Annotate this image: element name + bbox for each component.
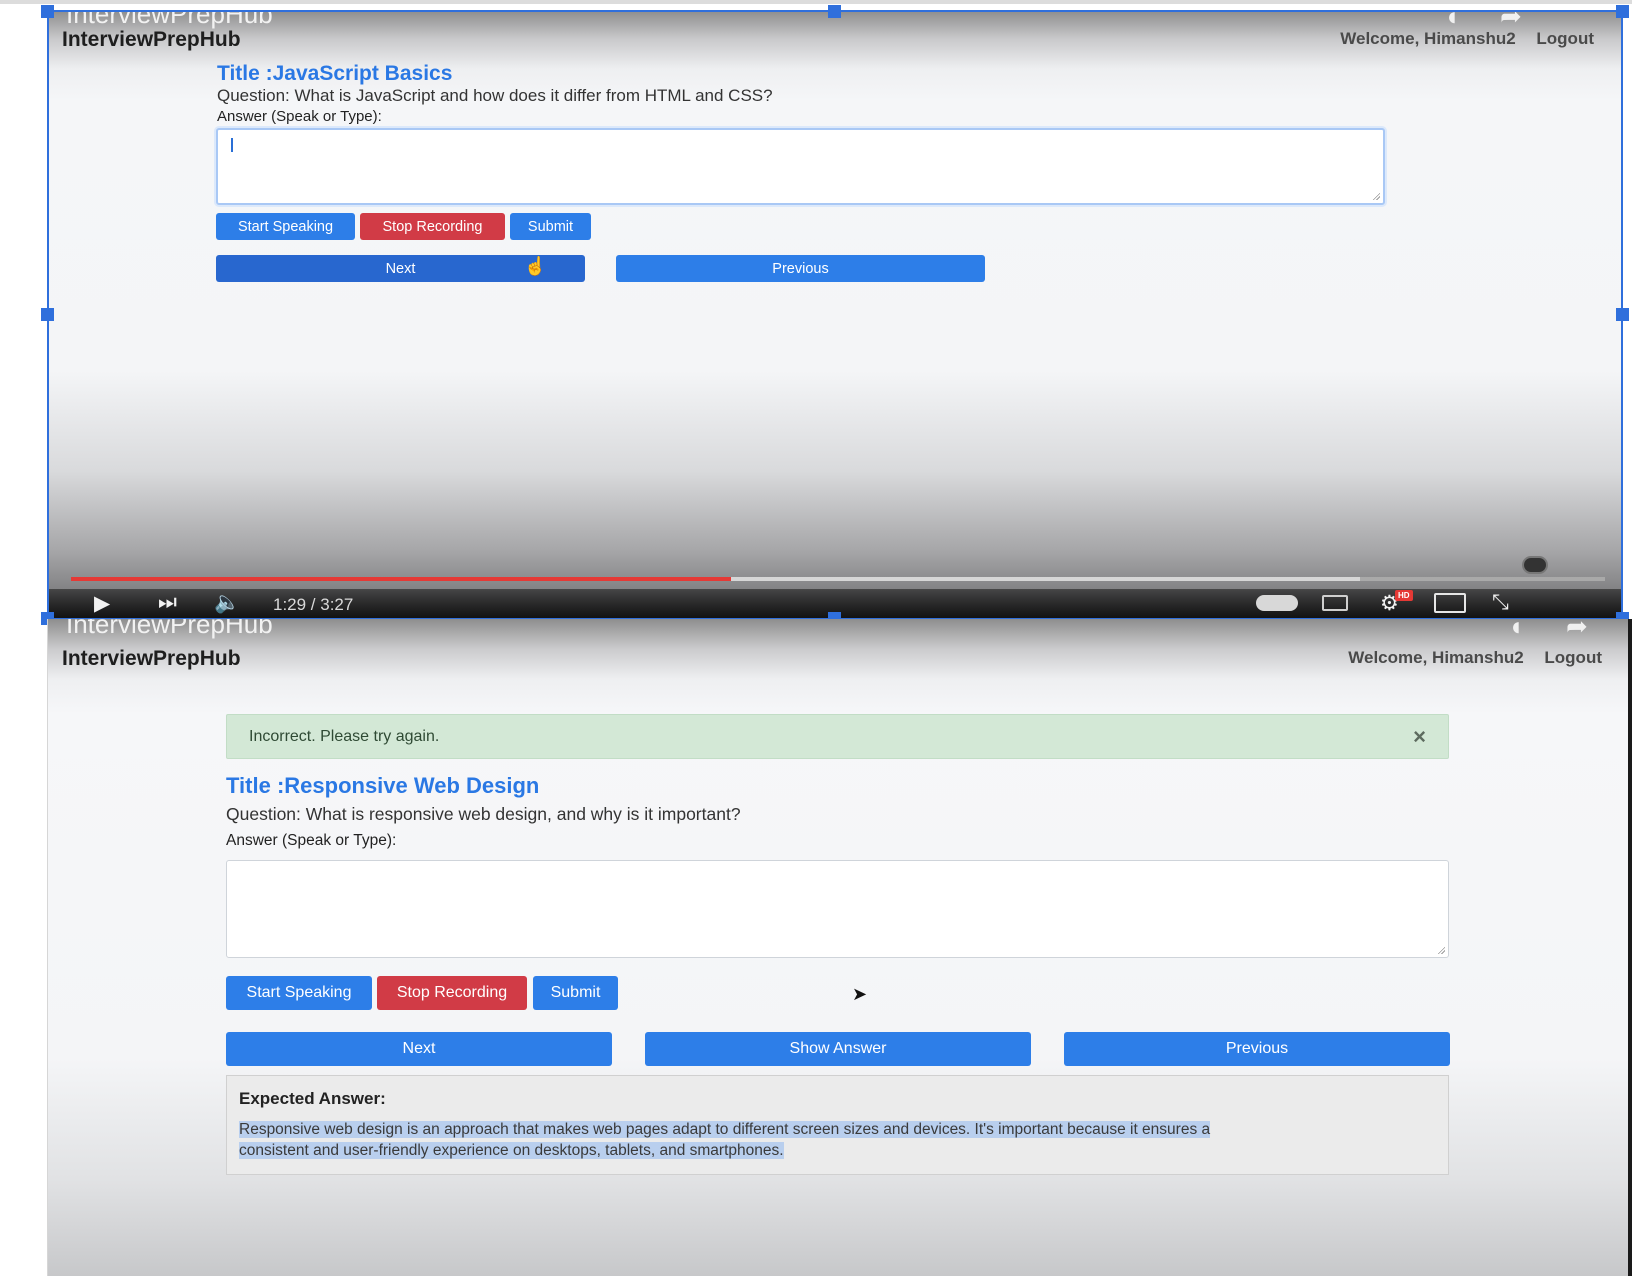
volume-icon[interactable]: 🔈 xyxy=(214,591,240,615)
resize-handle[interactable] xyxy=(41,308,54,321)
skip-next-icon[interactable]: ⏭ xyxy=(158,591,177,615)
expected-answer-text: Responsive web design is an approach tha… xyxy=(239,1119,1429,1161)
close-icon[interactable]: × xyxy=(1413,724,1426,750)
welcome-text: Welcome, Himanshu2 xyxy=(1340,29,1516,48)
resize-handle[interactable] xyxy=(1616,308,1629,321)
resize-handle[interactable] xyxy=(1616,5,1629,18)
page-top-strip xyxy=(0,0,1632,4)
video-overlay-title: InterviewPrepHub xyxy=(66,619,273,639)
expected-answer-line: Responsive web design is an approach tha… xyxy=(239,1121,1211,1138)
autoplay-toggle-icon[interactable] xyxy=(1256,595,1298,611)
brand-logo[interactable]: InterviewPrepHub xyxy=(62,647,241,671)
previous-button[interactable]: Previous xyxy=(616,255,985,282)
app-frame-bottom: InterviewPrepHub ◖ ➦ InterviewPrepHub We… xyxy=(48,619,1630,1276)
resize-handle[interactable] xyxy=(41,5,54,18)
arrow-cursor-icon: ➤ xyxy=(852,984,868,1004)
resize-handle[interactable] xyxy=(828,5,841,18)
miniplayer-icon[interactable] xyxy=(1522,556,1548,574)
share-arrow-icon[interactable]: ➦ xyxy=(1500,11,1534,31)
resize-handle-icon[interactable] xyxy=(1372,192,1380,200)
start-speaking-button[interactable]: Start Speaking xyxy=(226,976,372,1010)
screenshot-root: InterviewPrepHub ◖ ➦ InterviewPrepHub We… xyxy=(0,0,1632,1276)
answer-label: Answer (Speak or Type): xyxy=(226,832,397,849)
welcome-text: Welcome, Himanshu2 xyxy=(1348,648,1524,667)
subtitles-icon[interactable] xyxy=(1322,595,1348,611)
show-answer-button[interactable]: Show Answer xyxy=(645,1032,1031,1066)
expected-answer-panel: Expected Answer: Responsive web design i… xyxy=(226,1075,1449,1175)
question-text: Question: What is JavaScript and how doe… xyxy=(217,86,773,105)
question-title: Title :Responsive Web Design xyxy=(226,773,540,798)
start-speaking-button[interactable]: Start Speaking xyxy=(216,213,355,240)
brand-logo[interactable]: InterviewPrepHub xyxy=(62,28,241,52)
stop-recording-button[interactable]: Stop Recording xyxy=(360,213,505,240)
answer-label: Answer (Speak or Type): xyxy=(217,108,382,125)
play-icon[interactable]: ▶ xyxy=(94,591,110,616)
user-nav: Welcome, Himanshu2 Logout xyxy=(1348,648,1602,668)
airplay-icon[interactable] xyxy=(1434,593,1466,613)
expected-answer-label: Expected Answer: xyxy=(239,1089,386,1108)
share-arrow-icon[interactable]: ➦ xyxy=(1566,619,1600,641)
question-title: Title :JavaScript Basics xyxy=(217,62,453,85)
stop-recording-button[interactable]: Stop Recording xyxy=(377,976,527,1010)
next-button[interactable]: Next xyxy=(226,1032,612,1066)
submit-button[interactable]: Submit xyxy=(533,976,618,1010)
hd-badge: HD xyxy=(1395,590,1413,601)
watch-later-icon[interactable]: ◖ xyxy=(1508,619,1542,641)
resize-handle-icon[interactable] xyxy=(1437,946,1445,954)
frame-edge xyxy=(1628,619,1632,1276)
logout-link[interactable]: Logout xyxy=(1544,648,1602,667)
hand-pointer-cursor-icon: ☝ xyxy=(524,256,547,276)
question-text: Question: What is responsive web design,… xyxy=(226,804,741,824)
watch-later-icon[interactable]: ◖ xyxy=(1444,11,1478,31)
answer-textarea[interactable] xyxy=(226,860,1449,958)
video-time: 1:29 / 3:27 xyxy=(273,595,354,614)
text-caret xyxy=(231,138,233,152)
logout-link[interactable]: Logout xyxy=(1536,29,1594,48)
submit-button[interactable]: Submit xyxy=(510,213,591,240)
expected-answer-line: consistent and user-friendly experience … xyxy=(239,1142,784,1159)
user-nav: Welcome, Himanshu2 Logout xyxy=(1340,29,1594,49)
video-progress-fill[interactable] xyxy=(71,577,731,581)
result-alert: Incorrect. Please try again. × xyxy=(226,714,1449,759)
previous-button[interactable]: Previous xyxy=(1064,1032,1450,1066)
video-frame: InterviewPrepHub ◖ ➦ InterviewPrepHub We… xyxy=(48,11,1622,619)
answer-textarea[interactable] xyxy=(216,128,1385,205)
exit-fullscreen-icon[interactable]: ⤡ xyxy=(1492,591,1509,615)
alert-message: Incorrect. Please try again. xyxy=(249,728,440,745)
